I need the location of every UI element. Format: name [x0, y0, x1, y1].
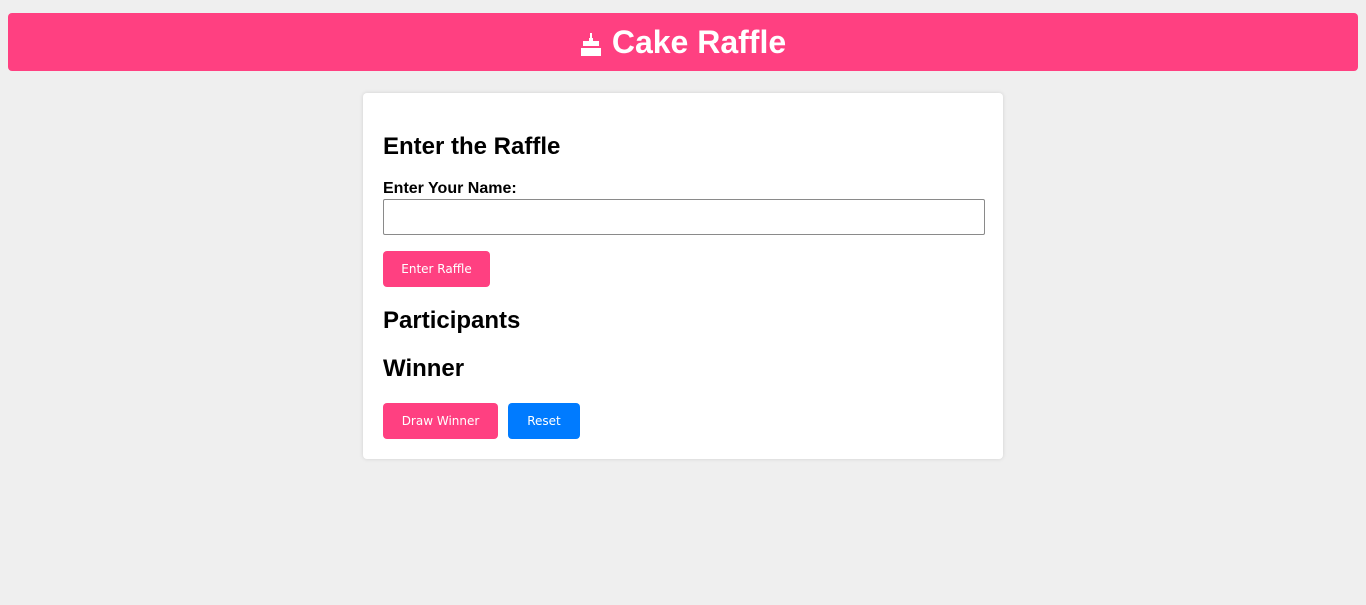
enter-raffle-button[interactable]: Enter Raffle — [383, 251, 490, 287]
app-title-group: Cake Raffle — [580, 26, 786, 58]
winner-heading: Winner — [383, 355, 465, 382]
draw-winner-button[interactable]: Draw Winner — [383, 403, 498, 439]
participants-heading: Participants — [383, 307, 521, 334]
enter-raffle-heading: Enter the Raffle — [383, 133, 561, 160]
raffle-card: Enter the Raffle Enter Your Name: Enter … — [363, 93, 1003, 459]
name-input[interactable] — [383, 199, 985, 235]
name-label: Enter Your Name: — [383, 180, 517, 197]
reset-button[interactable]: Reset — [508, 403, 580, 439]
app-header: Cake Raffle — [8, 13, 1358, 71]
birthday-cake-icon — [580, 30, 602, 56]
app-title: Cake Raffle — [611, 24, 787, 60]
